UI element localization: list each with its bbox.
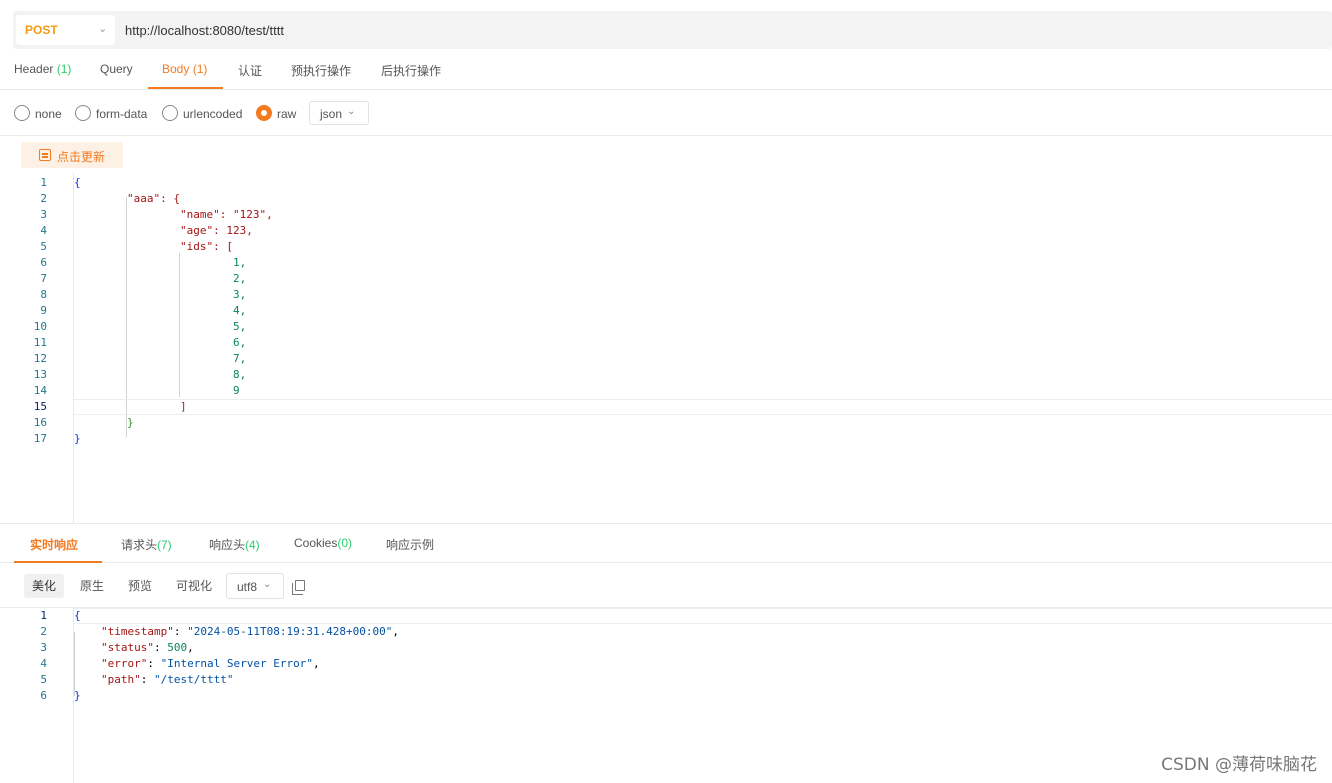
tab-auth[interactable]: 认证 [238, 62, 262, 79]
radio-urlencoded[interactable] [162, 105, 178, 121]
line-number: 12 [33, 352, 47, 365]
line-number: 2 [40, 192, 47, 205]
line-number: 15 [33, 400, 47, 413]
method-label: POST [25, 23, 58, 37]
line-number: 11 [33, 336, 47, 349]
code-line: "name": "123", [180, 208, 273, 221]
view-raw[interactable]: 原生 [72, 574, 112, 598]
tab-request-headers[interactable]: 请求头(7) [121, 536, 172, 553]
line-number: 3 [40, 641, 47, 654]
radio-raw-label: raw [277, 107, 297, 121]
watermark: CSDN @薄荷味脑花 [1161, 755, 1317, 775]
line-number: 3 [40, 208, 47, 221]
line-number: 7 [40, 272, 47, 285]
line-number: 13 [33, 368, 47, 381]
tab-response-headers[interactable]: 响应头(4) [209, 536, 260, 553]
update-button-label: 点击更新 [57, 150, 106, 164]
code-line: "status": 500, [101, 641, 194, 654]
body-format-select[interactable]: json ⌄ [309, 101, 369, 125]
tab-pre-script[interactable]: 预执行操作 [291, 62, 351, 79]
radio-none[interactable] [14, 105, 30, 121]
code-line: "age": 123, [180, 224, 253, 237]
radio-form-data[interactable] [75, 105, 91, 121]
tab-body[interactable]: Body (1) [162, 62, 207, 76]
line-number-gutter: 1 2 3 4 5 6 [13, 608, 74, 783]
code-line: "ids": [ [180, 240, 233, 253]
request-body-editor[interactable]: 1 2 3 4 5 6 7 8 9 10 11 12 13 14 15 16 17 {"aaa": {"name… [13, 173, 1332, 523]
tab-post-script[interactable]: 后执行操作 [381, 62, 441, 79]
active-tab-indicator [148, 87, 223, 89]
code-line: } [74, 689, 81, 702]
line-number: 8 [40, 288, 47, 301]
code-line: } [74, 432, 81, 445]
line-number: 14 [33, 384, 47, 397]
line-number: 2 [40, 625, 47, 638]
chevron-down-icon: ⌄ [347, 106, 356, 117]
tab-response-examples[interactable]: 响应示例 [386, 536, 434, 553]
code-line: 4, [233, 304, 247, 317]
tab-cookies[interactable]: Cookies(0) [294, 536, 352, 550]
code-line: 3, [233, 288, 247, 301]
request-tabs: Header (1) Query Body (1) 认证 预执行操作 后执行操作 [0, 53, 1332, 90]
chevron-down-icon: ⌄ [98, 23, 108, 35]
url-bar: POST ⌄ http://localhost:8080/test/tttt [13, 11, 1332, 49]
code-line: } [127, 416, 134, 429]
copy-icon[interactable] [292, 580, 305, 595]
line-number-gutter: 1 2 3 4 5 6 7 8 9 10 11 12 13 14 15 16 17 [13, 173, 74, 523]
line-number: 10 [33, 320, 47, 333]
code-line: 5, [233, 320, 247, 333]
radio-form-data-label: form-data [96, 107, 148, 121]
code-line: "error": "Internal Server Error", [101, 657, 320, 670]
radio-raw[interactable] [256, 105, 272, 121]
view-preview[interactable]: 预览 [120, 574, 160, 598]
view-pretty[interactable]: 美化 [24, 574, 65, 598]
line-number: 5 [40, 673, 47, 686]
response-tabs: 实时响应 请求头(7) 响应头(4) Cookies(0) 响应示例 [0, 523, 1332, 563]
edit-icon [39, 149, 51, 161]
code-line: 8, [233, 368, 247, 381]
method-select[interactable]: POST ⌄ [16, 15, 115, 45]
code-line: "aaa": { [127, 192, 180, 205]
line-number: 4 [40, 224, 47, 237]
tab-header[interactable]: Header (1) [14, 62, 71, 76]
line-number: 4 [40, 657, 47, 670]
view-visualize[interactable]: 可视化 [168, 574, 220, 598]
body-type-row: none form-data urlencoded raw json ⌄ [0, 96, 1332, 136]
active-tab-indicator [14, 561, 102, 563]
line-number: 6 [40, 256, 47, 269]
line-number: 1 [40, 176, 47, 189]
line-number: 1 [40, 609, 47, 622]
encoding-label: utf8 [237, 580, 258, 594]
code-line: 7, [233, 352, 247, 365]
line-number: 9 [40, 304, 47, 317]
view-mode-row: 美化 原生 预览 可视化 utf8 ⌄ [0, 568, 1332, 608]
body-format-label: json [320, 107, 343, 121]
encoding-select[interactable]: utf8 ⌄ [226, 573, 284, 599]
line-number: 6 [40, 689, 47, 702]
code-line: { [74, 176, 81, 189]
code-line: 6, [233, 336, 247, 349]
tab-live-response[interactable]: 实时响应 [30, 536, 78, 553]
chevron-down-icon: ⌄ [263, 579, 272, 590]
radio-none-label: none [35, 107, 62, 121]
line-number: 5 [40, 240, 47, 253]
update-button[interactable]: 点击更新 [21, 142, 123, 168]
radio-urlencoded-label: urlencoded [183, 107, 243, 121]
code-line: { [74, 608, 1332, 624]
line-number: 16 [33, 416, 47, 429]
code-line: "path": "/test/tttt" [101, 673, 234, 686]
code-line: "timestamp": "2024-05-11T08:19:31.428+00… [101, 625, 400, 638]
response-body-editor[interactable]: 1 2 3 4 5 6 {"timestamp": "2024-05-11T08:19:3… [13, 608, 1332, 783]
url-input[interactable]: http://localhost:8080/test/tttt [125, 23, 284, 38]
code-line: ] [74, 399, 1332, 415]
line-number: 17 [33, 432, 47, 445]
code-line: 9 [233, 384, 240, 397]
code-line: 2, [233, 272, 247, 285]
code-line: 1, [233, 256, 247, 269]
tab-query[interactable]: Query [100, 62, 133, 76]
